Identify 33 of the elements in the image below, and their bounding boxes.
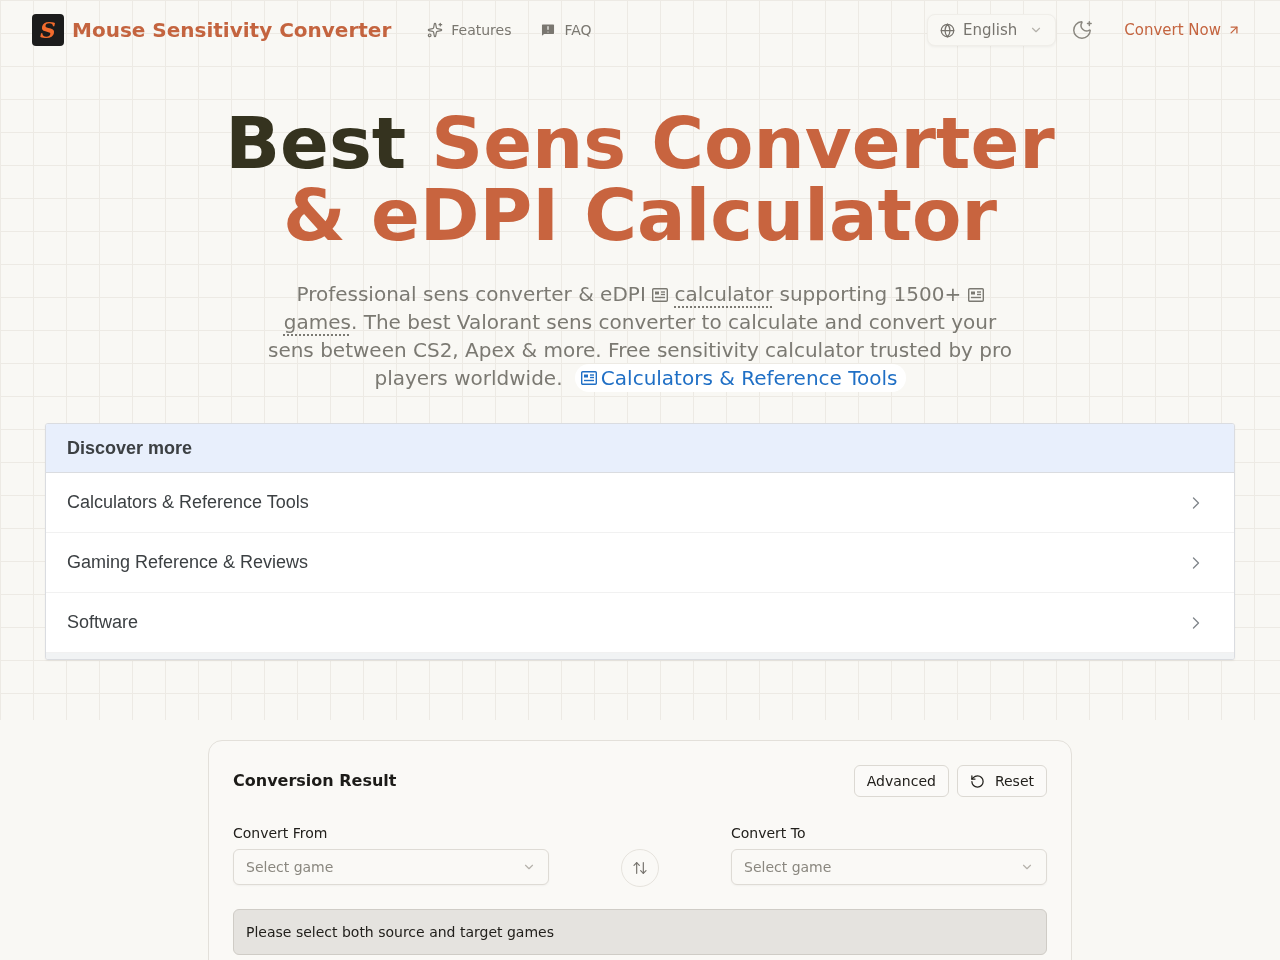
hero-description: Professional sens converter & eDPI calculator supporting 1500+ games. The best Valorant sens converter to calculate and convert your sens between CS2, Apex & more. Free sensitivity calculator trusted by pro players worldwide. Calculators & Reference Tools: [266, 281, 1013, 392]
term-link[interactable]: calculator: [674, 282, 774, 306]
nav-link[interactable]: Features: [427, 19, 512, 41]
message-alert-icon: [540, 22, 557, 38]
article-icon: [967, 288, 984, 302]
game-select[interactable]: Select game: [233, 849, 549, 885]
app-logo[interactable]: S: [32, 14, 64, 46]
reset-button[interactable]: Reset: [956, 765, 1047, 797]
article-icon: [652, 288, 669, 302]
discover-item[interactable]: Gaming Reference & Reviews: [46, 533, 1234, 593]
discover-item[interactable]: Software: [46, 593, 1234, 653]
convert-now-link[interactable]: Convert Now: [1124, 18, 1241, 42]
hero-title: Best Sens Converter & eDPI Calculator: [224, 107, 1056, 251]
term-link[interactable]: games: [283, 310, 351, 334]
discover-item[interactable]: Calculators & Reference Tools: [46, 473, 1234, 533]
brand-name[interactable]: Mouse Sensitivity Converter: [72, 15, 392, 45]
sparkles-icon: [427, 22, 444, 38]
field-label: Convert To: [731, 825, 807, 841]
game-select[interactable]: Select game: [731, 849, 1047, 885]
globe-icon: [940, 22, 956, 38]
advanced-button[interactable]: Advanced: [853, 765, 949, 797]
card-title: Conversion Result: [233, 770, 397, 792]
swap-icon: [632, 860, 648, 876]
status-message: Please select both source and target games: [233, 909, 1047, 955]
reference-link[interactable]: Calculators & Reference Tools: [574, 364, 906, 392]
theme-toggle[interactable]: [1070, 18, 1095, 42]
reset-icon: [969, 773, 985, 789]
language-select[interactable]: English: [927, 14, 1057, 46]
nav-link[interactable]: FAQ: [540, 19, 592, 41]
moon-icon: [1071, 19, 1094, 41]
field-label: Convert From: [233, 825, 329, 841]
article-icon: [580, 371, 597, 385]
discover-heading: Discover more: [46, 424, 1234, 473]
